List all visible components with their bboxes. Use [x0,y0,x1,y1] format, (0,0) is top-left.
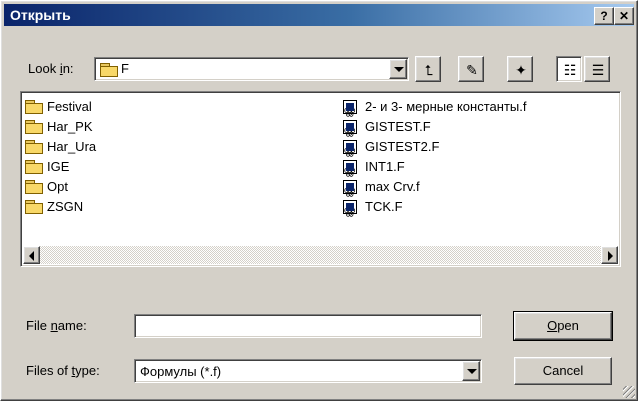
open-button[interactable]: Open [513,311,613,341]
file-list[interactable]: Festival Har_PK Har_Ura IGE Opt ZSGN 2- … [20,91,621,267]
new-folder-button[interactable]: ✦ [507,56,533,82]
folder-icon [25,120,43,134]
folder-icon [25,180,43,194]
folder-icon [25,200,43,214]
help-button[interactable]: ? [594,7,614,25]
scroll-left-button[interactable] [23,246,40,264]
formula-file-icon [343,120,357,134]
resize-grip[interactable] [623,386,635,398]
file-name-label: File name: [26,318,87,333]
horizontal-scrollbar[interactable] [23,246,618,264]
formula-file-icon [343,140,357,154]
folder-icon [100,63,118,77]
folder-icon [25,100,43,114]
file-name-input[interactable] [134,314,482,338]
up-one-level-button[interactable]: ⮤ [415,56,441,82]
open-file-dialog: Открыть ? ✕ Look in: F ⮤ ✎ ✦ ☷ ☰ Festiva… [0,0,638,401]
close-button[interactable]: ✕ [614,7,634,25]
formula-file-icon [343,160,357,174]
new-folder-icon: ✦ [515,62,527,78]
cancel-button[interactable]: Cancel [514,357,612,385]
desktop-button[interactable]: ✎ [458,56,484,82]
list-view-icon: ☷ [563,62,577,78]
folder-icon [25,160,43,174]
folder-icon [25,140,43,154]
formula-file-icon [343,200,357,214]
up-folder-icon: ⮤ [424,62,434,78]
window-title: Открыть [10,7,71,23]
formula-file-icon [343,100,357,114]
details-view-icon: ☰ [591,62,605,78]
title-bar[interactable]: Открыть ? ✕ [4,4,634,26]
scroll-right-button[interactable] [601,246,618,264]
formula-file-icon [343,180,357,194]
desktop-icon: ✎ [466,62,478,78]
look-in-dropdown-arrow[interactable] [389,59,407,79]
details-view-button[interactable]: ☰ [584,56,610,82]
look-in-value: F [121,61,129,76]
file-type-label: Files of type: [26,363,100,378]
file-type-dropdown[interactable]: Формулы (*.f) [134,359,482,383]
file-type-dropdown-arrow[interactable] [462,361,480,381]
list-view-button[interactable]: ☷ [556,56,582,82]
look-in-dropdown[interactable]: F [94,57,409,81]
look-in-label: Look in: [28,61,74,76]
